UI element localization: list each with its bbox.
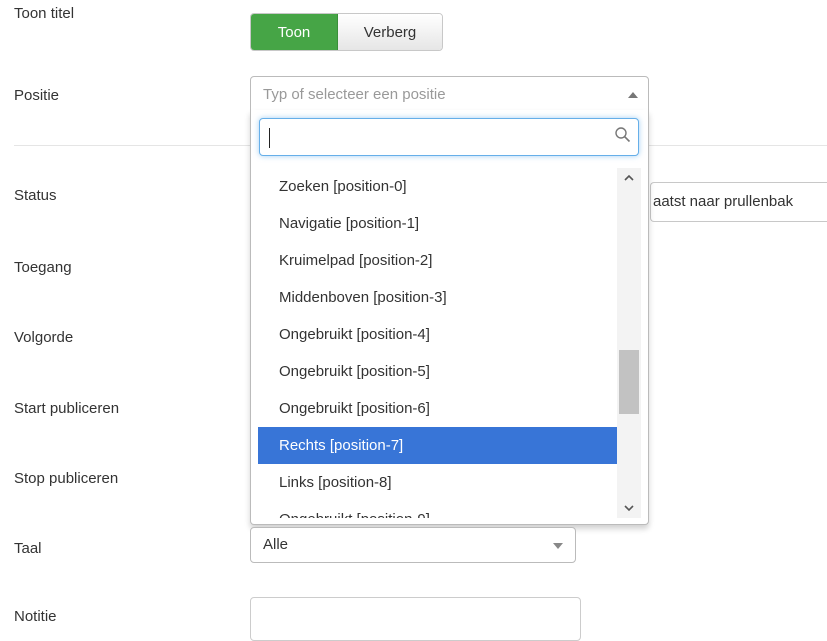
dropdown-scrollbar[interactable] bbox=[617, 168, 641, 518]
position-option-highlighted[interactable]: Rechts [position-7] bbox=[258, 427, 617, 464]
position-option[interactable]: Ongebruikt [position-6] bbox=[258, 390, 617, 427]
position-option[interactable]: Kruimelpad [position-2] bbox=[258, 242, 617, 279]
position-search-input[interactable] bbox=[259, 118, 639, 156]
verberg-button[interactable]: Verberg bbox=[338, 14, 442, 50]
text-cursor bbox=[269, 128, 270, 148]
position-option[interactable]: Zoeken [position-0] bbox=[258, 168, 617, 205]
language-select[interactable]: Alle bbox=[250, 527, 576, 563]
label-toon-titel: Toon titel bbox=[14, 5, 75, 22]
chevron-up-icon[interactable] bbox=[617, 168, 641, 188]
caret-down-icon bbox=[553, 543, 563, 549]
caret-up-icon bbox=[628, 92, 638, 98]
toon-button[interactable]: Toon bbox=[251, 14, 338, 50]
position-option[interactable]: Ongebruikt [position-5] bbox=[258, 353, 617, 390]
label-positie: Positie bbox=[14, 87, 60, 104]
search-icon bbox=[615, 127, 631, 143]
position-option[interactable]: Links [position-8] bbox=[258, 464, 617, 501]
position-select[interactable]: Typ of selecteer een positie bbox=[250, 76, 649, 112]
language-select-value: Alle bbox=[263, 536, 289, 553]
position-option[interactable]: Navigatie [position-1] bbox=[258, 205, 617, 242]
position-option[interactable]: Ongebruikt [position-4] bbox=[258, 316, 617, 353]
trash-status-button[interactable]: aatst naar prullenbak bbox=[650, 182, 827, 222]
label-taal: Taal bbox=[14, 540, 42, 557]
position-select-placeholder: Typ of selecteer een positie bbox=[263, 86, 446, 103]
label-notitie: Notitie bbox=[14, 608, 57, 625]
position-option[interactable]: Ongebruikt [position-9] bbox=[258, 501, 617, 518]
scrollbar-thumb[interactable] bbox=[619, 350, 639, 414]
label-volgorde: Volgorde bbox=[14, 329, 74, 346]
chevron-down-icon[interactable] bbox=[617, 498, 641, 518]
note-input[interactable] bbox=[250, 597, 581, 641]
label-stop-publiceren: Stop publiceren bbox=[14, 470, 119, 487]
label-status: Status bbox=[14, 187, 57, 204]
position-option[interactable]: Middenboven [position-3] bbox=[258, 279, 617, 316]
position-options-list: Zoeken [position-0] Navigatie [position-… bbox=[258, 168, 617, 518]
position-dropdown: Zoeken [position-0] Navigatie [position-… bbox=[250, 110, 649, 525]
label-start-publiceren: Start publiceren bbox=[14, 400, 120, 417]
label-toegang: Toegang bbox=[14, 259, 72, 276]
show-title-toggle: Toon Verberg bbox=[250, 13, 443, 51]
